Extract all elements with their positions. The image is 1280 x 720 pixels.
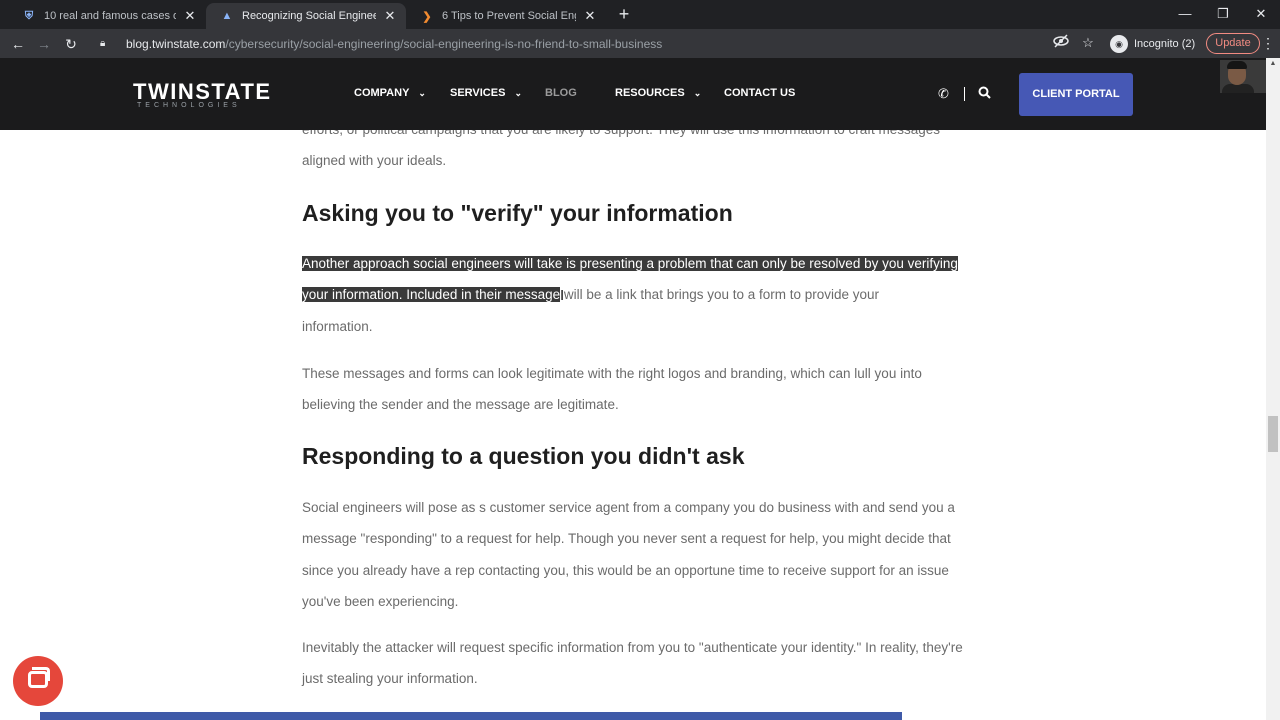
logo-main-text: TWINSTATE xyxy=(133,79,272,104)
url-path: /cybersecurity/social-engineering/social… xyxy=(225,36,663,51)
tab-title: 10 real and famous cases of soci xyxy=(44,10,176,22)
nav-resources[interactable]: RESOURCES ⌄ xyxy=(615,87,701,99)
nav-label: BLOG xyxy=(545,87,577,99)
webcam-overlay xyxy=(1220,60,1266,93)
heading-verify-information: Asking you to "verify" your information xyxy=(302,200,733,226)
reload-icon[interactable]: ↻ xyxy=(60,33,82,55)
text-cursor-icon: I xyxy=(560,287,565,304)
site-header: TWINSTATE TECHNOLOGIES COMPANY ⌄ SERVICE… xyxy=(0,58,1266,130)
twinstate-logo[interactable]: TWINSTATE TECHNOLOGIES xyxy=(133,79,272,110)
close-window-icon[interactable]: ✕ xyxy=(1242,0,1280,29)
tab-prevent-social-engineering[interactable]: ❯ 6 Tips to Prevent Social Engineer ✕ xyxy=(406,3,606,29)
url-host: blog.twinstate.com xyxy=(126,36,226,51)
scrollbar-thumb[interactable] xyxy=(1268,416,1278,452)
address-bar-row: ← → ↻ 🔒︎ blog.twinstate.com/cybersecurit… xyxy=(0,29,1280,58)
selected-text: your information. Included in their mess… xyxy=(302,287,561,303)
chevron-down-icon: ⌄ xyxy=(418,87,426,98)
paragraph-line: aligned with your ideals. xyxy=(302,153,447,169)
url-field[interactable]: 🔒︎ blog.twinstate.com/cybersecurity/soci… xyxy=(90,32,1106,55)
bottom-banner-strip xyxy=(40,712,902,720)
tab-title: Recognizing Social Engineering: xyxy=(242,10,376,22)
nav-label: COMPANY xyxy=(354,87,410,99)
paragraph-line: efforts, or political campaigns that you… xyxy=(302,130,966,145)
new-tab-button[interactable]: + xyxy=(614,4,634,24)
nav-services[interactable]: SERVICES ⌄ xyxy=(450,87,522,99)
nav-blog[interactable]: BLOG xyxy=(545,87,577,99)
page-scrollbar[interactable]: ▲ xyxy=(1266,58,1280,720)
eye-slash-icon xyxy=(1053,34,1069,48)
nav-label: CONTACT US xyxy=(724,87,796,99)
close-tab-icon[interactable]: ✕ xyxy=(382,8,398,24)
tab-title: 6 Tips to Prevent Social Engineer xyxy=(442,10,576,22)
incognito-icon: ◉ xyxy=(1110,34,1128,53)
magnifier-icon xyxy=(978,86,991,99)
scroll-up-arrow-icon[interactable]: ▲ xyxy=(1266,60,1280,72)
chevron-down-icon: ⌄ xyxy=(693,87,702,98)
shield-favicon-icon: ⛨ xyxy=(24,9,34,22)
update-button[interactable]: Update xyxy=(1206,33,1260,54)
paragraph-legitimate: These messages and forms can look legiti… xyxy=(302,366,922,413)
selected-text: Another approach social engineers will t… xyxy=(302,256,958,271)
lock-icon: 🔒︎ xyxy=(100,38,106,49)
minimize-window-icon[interactable]: — xyxy=(1166,0,1204,29)
paragraph-attacker: Inevitably the attacker will request spe… xyxy=(302,640,963,687)
incognito-label: Incognito (2) xyxy=(1134,37,1196,50)
chevron-favicon-icon: ❯ xyxy=(422,10,432,23)
paragraph-text: will be a link that brings you to a form… xyxy=(560,287,880,303)
close-tab-icon[interactable]: ✕ xyxy=(582,8,598,24)
tracking-blocked-eye-icon[interactable] xyxy=(1052,34,1070,52)
chevron-down-icon: ⌄ xyxy=(514,87,522,98)
paragraph-intro: efforts, or political campaigns that you… xyxy=(302,130,966,177)
client-portal-button[interactable]: CLIENT PORTAL xyxy=(1019,73,1133,116)
paragraph-text: information. xyxy=(302,318,373,334)
paragraph-verify: Another approach social engineers will t… xyxy=(302,248,966,342)
browser-menu-icon[interactable]: ⋮ xyxy=(1261,33,1275,54)
nav-company[interactable]: COMPANY ⌄ xyxy=(354,87,426,99)
article-content: efforts, or political campaigns that you… xyxy=(0,130,1266,720)
twinstate-favicon-icon: ▲ xyxy=(221,10,233,22)
nav-label: SERVICES xyxy=(450,87,506,99)
forward-arrow-icon[interactable]: → xyxy=(33,33,55,55)
nav-label: RESOURCES xyxy=(615,87,685,99)
browser-tab-bar: ⛨ 10 real and famous cases of soci ✕ ▲ R… xyxy=(0,0,1280,29)
chat-widget-button[interactable] xyxy=(13,656,63,706)
bookmark-star-icon[interactable]: ☆ xyxy=(1079,34,1097,52)
phone-icon[interactable]: ✆ xyxy=(938,86,949,102)
tab-famous-cases[interactable]: ⛨ 10 real and famous cases of soci ✕ xyxy=(8,3,206,29)
nav-contact-us[interactable]: CONTACT US xyxy=(724,87,795,99)
search-icon[interactable] xyxy=(978,86,991,102)
restore-window-icon[interactable]: ❐ xyxy=(1204,0,1242,29)
incognito-indicator[interactable]: ◉ Incognito (2) xyxy=(1110,33,1195,54)
heading-question-you-didnt-ask: Responding to a question you didn't ask xyxy=(302,443,745,469)
header-divider xyxy=(964,87,965,101)
tab-recognizing-social-engineering[interactable]: ▲ Recognizing Social Engineering: ✕ xyxy=(206,3,406,29)
paragraph-question: Social engineers will pose as s customer… xyxy=(302,500,955,609)
back-arrow-icon[interactable]: ← xyxy=(7,33,29,55)
close-tab-icon[interactable]: ✕ xyxy=(182,8,198,24)
chat-icon xyxy=(28,671,48,688)
